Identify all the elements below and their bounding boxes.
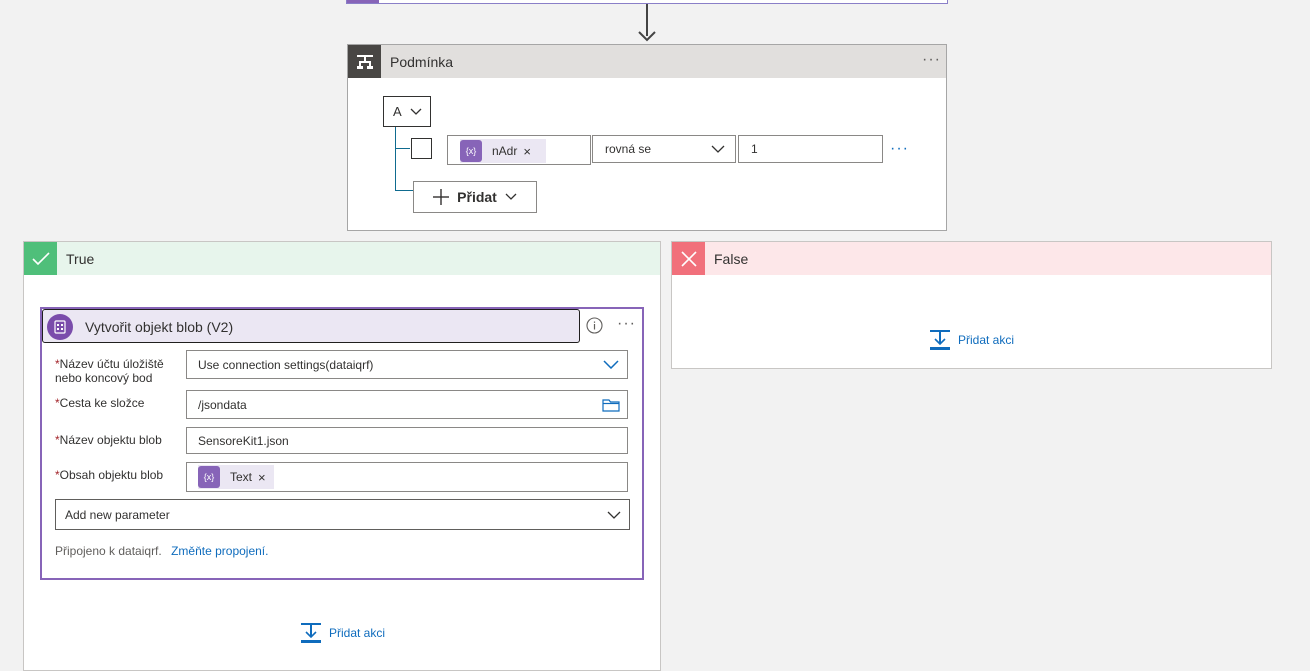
- right-operand-input[interactable]: 1: [738, 135, 883, 163]
- blob-storage-icon: [47, 314, 73, 340]
- tree-connector-add: [395, 190, 413, 191]
- condition-icon: [348, 45, 381, 78]
- blobname-value: SensoreKit1.json: [198, 433, 289, 448]
- add-new-parameter-label: Add new parameter: [65, 507, 170, 522]
- remove-token-icon[interactable]: ×: [258, 470, 272, 485]
- account-label: *Název účtu úložiště nebo koncový bod ob…: [55, 357, 164, 387]
- close-icon: [672, 242, 705, 275]
- add-new-parameter-select[interactable]: Add new parameter: [55, 499, 630, 530]
- expression-icon: {x}: [460, 140, 482, 162]
- chevron-down-icon: [603, 360, 619, 369]
- left-operand-field[interactable]: {x} nAdr ×: [447, 135, 591, 165]
- false-add-action-button[interactable]: Přidat akci: [930, 330, 1014, 350]
- dynamic-token-text[interactable]: {x} Text ×: [198, 465, 274, 489]
- add-condition-button[interactable]: Přidat: [413, 181, 537, 213]
- create-blob-header[interactable]: Vytvořit objekt blob (V2): [42, 309, 580, 343]
- chevron-down-icon: [410, 108, 422, 115]
- remove-token-icon[interactable]: ×: [523, 144, 537, 159]
- content-label: *Obsah objektu blob: [55, 468, 164, 482]
- false-branch: False Přidat akci: [671, 241, 1272, 369]
- create-blob-action-card: Vytvořit objekt blob (V2) ··· *Název účt…: [40, 307, 644, 580]
- tree-connector-branch: [395, 148, 410, 149]
- previous-step-accent: [347, 0, 379, 3]
- chevron-down-icon: [607, 511, 621, 519]
- folder-value: /jsondata: [198, 397, 247, 412]
- content-input[interactable]: {x} Text ×: [186, 462, 628, 492]
- chevron-down-icon: [505, 193, 517, 200]
- dynamic-token-nadr[interactable]: {x} nAdr ×: [460, 139, 546, 163]
- connection-text: Připojeno k dataiqrf.: [55, 544, 162, 558]
- folder-picker-icon[interactable]: [602, 398, 620, 412]
- token-label: Text: [230, 470, 253, 484]
- operator-value: rovná se: [605, 142, 652, 156]
- checkmark-icon: [24, 242, 57, 275]
- group-operator-value: A: [393, 104, 402, 119]
- blobname-input[interactable]: SensoreKit1.json: [186, 427, 628, 454]
- true-add-action-button[interactable]: Přidat akci: [301, 623, 385, 643]
- true-add-action-label: Přidat akci: [329, 626, 386, 640]
- tree-connector: [395, 127, 396, 190]
- folder-label: *Cesta ke složce: [55, 396, 145, 410]
- flow-arrow-icon: [638, 31, 656, 42]
- group-operator-select[interactable]: A: [383, 96, 431, 127]
- true-branch-header[interactable]: True: [24, 242, 660, 275]
- folder-input[interactable]: /jsondata: [186, 390, 628, 419]
- add-condition-label: Přidat: [457, 189, 497, 205]
- blobname-label: *Název objektu blob: [55, 433, 162, 447]
- expression-icon: {x}: [198, 466, 220, 488]
- operator-select[interactable]: rovná se: [592, 135, 736, 163]
- right-operand-value: 1: [751, 142, 758, 156]
- add-action-icon: [301, 623, 321, 643]
- info-icon[interactable]: [586, 317, 603, 334]
- change-connection-link[interactable]: Změňte propojení.: [171, 544, 268, 558]
- token-label: nAdr: [492, 144, 518, 158]
- false-branch-header[interactable]: False: [672, 242, 1271, 275]
- row-more-icon[interactable]: ···: [890, 140, 909, 158]
- chevron-down-icon: [711, 145, 725, 153]
- true-branch-title: True: [66, 251, 95, 267]
- row-checkbox[interactable]: [411, 138, 432, 159]
- plus-icon: [433, 189, 450, 205]
- account-value: Use connection settings(dataiqrf): [198, 357, 374, 372]
- condition-more-icon[interactable]: ···: [922, 51, 941, 69]
- false-branch-title: False: [714, 251, 749, 267]
- action-more-icon[interactable]: ···: [617, 315, 636, 333]
- condition-header[interactable]: Podmínka ···: [348, 45, 946, 78]
- condition-card: Podmínka ··· A {x} nAdr × rovná se 1 ···…: [347, 44, 947, 231]
- condition-title: Podmínka: [390, 54, 454, 70]
- account-select[interactable]: Use connection settings(dataiqrf): [186, 350, 628, 379]
- connection-info: Připojeno k dataiqrf. Změňte propojení.: [55, 544, 268, 558]
- add-action-icon: [930, 330, 950, 350]
- false-add-action-label: Přidat akci: [958, 333, 1015, 347]
- create-blob-title: Vytvořit objekt blob (V2): [85, 319, 234, 335]
